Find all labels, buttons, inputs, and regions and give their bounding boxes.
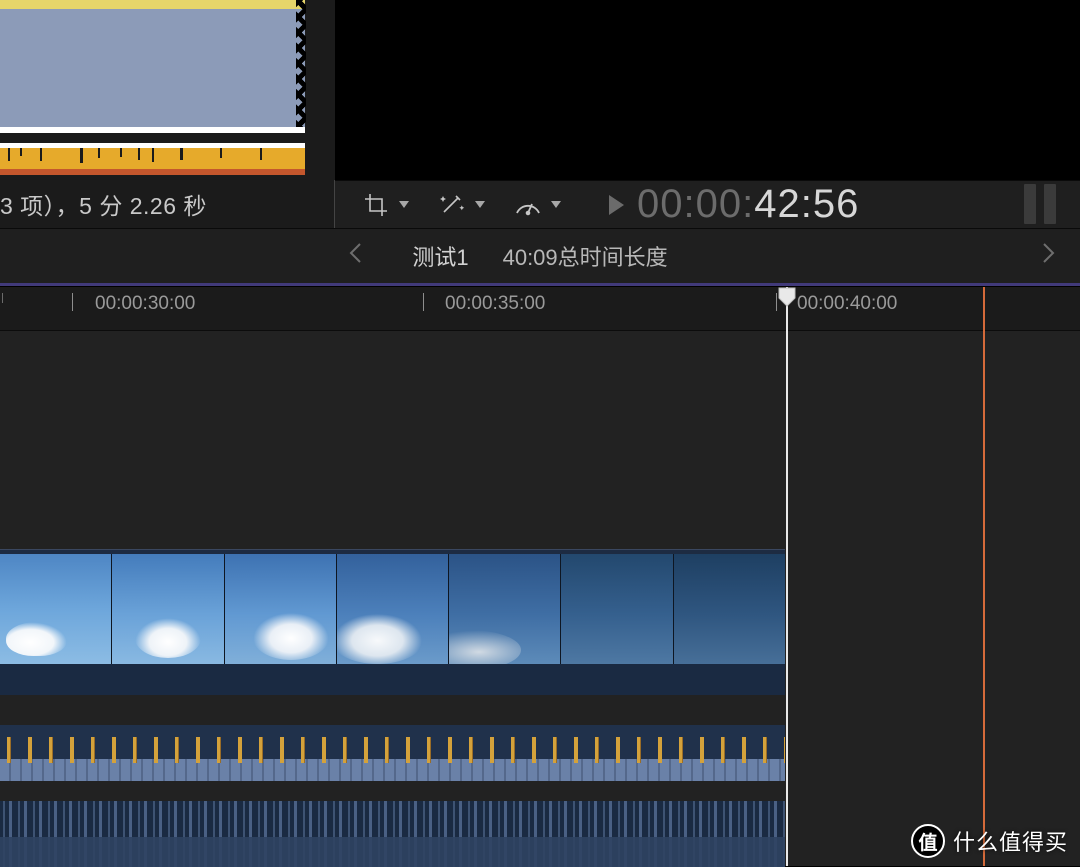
timecode-value: 42:56 <box>754 182 859 227</box>
video-thumb <box>225 554 337 664</box>
timeline-header: 测试1 40:09总时间长度 <box>0 228 1080 284</box>
timeline-history-forward[interactable] <box>1042 242 1056 270</box>
smzdm-badge-icon: 值 <box>911 824 945 858</box>
project-duration-label: 40:09总时间长度 <box>503 240 668 272</box>
timeline-area[interactable] <box>0 331 1080 866</box>
clip-favorite-strip <box>0 0 305 9</box>
video-clip[interactable] <box>0 549 785 695</box>
smzdm-watermark-text: 什么值得买 <box>953 825 1068 857</box>
smzdm-watermark: 值 什么值得买 <box>911 824 1068 858</box>
video-clip-underbar <box>0 664 785 696</box>
play-icon <box>607 194 625 216</box>
enhance-tool-button[interactable] <box>429 181 475 228</box>
timecode-prefix: 00:00: <box>637 182 754 227</box>
retime-tool-button[interactable] <box>505 181 551 228</box>
audio-meter-right <box>1044 184 1056 224</box>
enhance-tool-caret[interactable] <box>475 201 491 209</box>
timeline-history-back[interactable] <box>348 242 362 270</box>
ruler-label: 00:00:30:00 <box>95 293 195 315</box>
preview-viewer[interactable] <box>335 0 1080 180</box>
crop-tool-button[interactable] <box>353 181 399 228</box>
retime-tool-caret[interactable] <box>551 201 567 209</box>
video-thumb <box>674 554 785 664</box>
clip-audio-strip <box>0 148 305 175</box>
browser-status-bar: 3 项），5 分 2.26 秒 <box>0 180 335 228</box>
ruler-label: 00:00:35:00 <box>445 293 545 315</box>
event-browser-pane: 3 项），5 分 2.26 秒 <box>0 0 335 228</box>
browser-status-text: 3 项），5 分 2.26 秒 <box>0 187 207 221</box>
ruler-minor-tick <box>2 293 3 303</box>
timeline-ruler[interactable]: 00:00:30:00 00:00:35:00 00:00:40:00 <box>0 287 1080 331</box>
audio-meter-left <box>1024 184 1036 224</box>
video-thumb <box>112 554 224 664</box>
timeline-playhead[interactable] <box>786 287 788 866</box>
clip-jagged-edge <box>296 0 306 127</box>
video-clip-thumbnails <box>0 554 785 664</box>
playhead-handle-icon[interactable] <box>778 287 796 307</box>
ruler-major-tick <box>72 293 73 311</box>
project-title[interactable]: 测试1 <box>412 240 468 272</box>
crop-tool-caret[interactable] <box>399 201 415 209</box>
ruler-major-tick <box>423 293 424 311</box>
viewer-toolbar: 00:00:42:56 <box>335 180 1080 228</box>
video-thumb <box>0 554 112 664</box>
ruler-major-tick <box>776 293 777 311</box>
audio-level-meters[interactable] <box>1024 184 1062 224</box>
ruler-label: 00:00:40:00 <box>797 293 897 315</box>
timeline-upper-gap <box>0 331 1080 549</box>
video-thumb <box>561 554 673 664</box>
clip-filmstrip <box>0 9 305 127</box>
viewer-timecode-display[interactable]: 00:00:42:56 <box>607 182 859 227</box>
audio-track-2[interactable] <box>0 801 785 867</box>
audio-track-1[interactable] <box>0 725 785 781</box>
video-thumb <box>449 554 561 664</box>
timeline-header-accent <box>0 283 1080 286</box>
audio-waveform-peaks <box>0 737 785 763</box>
browser-selected-clip[interactable] <box>0 0 305 178</box>
video-thumb <box>337 554 449 664</box>
range-out-marker[interactable] <box>983 287 985 866</box>
